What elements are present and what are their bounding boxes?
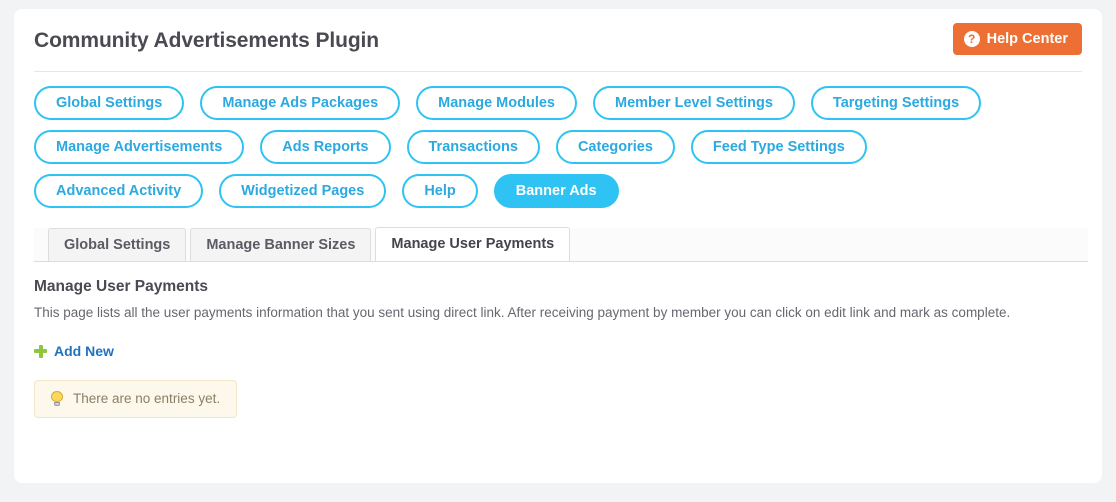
nav-pill-manage-advertisements[interactable]: Manage Advertisements bbox=[34, 130, 245, 164]
tab-manage-user-payments[interactable]: Manage User Payments bbox=[375, 227, 571, 261]
nav-pill-manage-modules[interactable]: Manage Modules bbox=[416, 86, 577, 120]
add-new-row: Add New bbox=[34, 343, 1082, 359]
page-title: Community Advertisements Plugin bbox=[34, 29, 380, 52]
add-new-link[interactable]: Add New bbox=[54, 343, 114, 359]
nav-pill-widgetized-pages[interactable]: Widgetized Pages bbox=[219, 174, 387, 208]
nav-pill-member-level-settings[interactable]: Member Level Settings bbox=[592, 86, 795, 120]
tab-content-panel: Manage User Payments This page lists all… bbox=[34, 262, 1082, 418]
nav-pill-banner-ads[interactable]: Banner Ads bbox=[493, 174, 619, 208]
help-center-button[interactable]: ? Help Center bbox=[952, 23, 1082, 55]
empty-state-notice: There are no entries yet. bbox=[34, 380, 238, 418]
sub-tab-strip: Global Settings Manage Banner Sizes Mana… bbox=[34, 227, 1088, 262]
help-center-label: Help Center bbox=[986, 31, 1068, 47]
nav-pill-global-settings[interactable]: Global Settings bbox=[34, 86, 185, 120]
nav-pill-feed-type-settings[interactable]: Feed Type Settings bbox=[690, 130, 867, 164]
question-circle-icon: ? bbox=[963, 31, 980, 47]
page-header: Community Advertisements Plugin ? Help C… bbox=[34, 9, 1082, 72]
tab-manage-banner-sizes[interactable]: Manage Banner Sizes bbox=[190, 228, 372, 261]
plugin-nav: Global Settings Manage Ads Packages Mana… bbox=[34, 86, 1034, 208]
empty-state-text: There are no entries yet. bbox=[73, 391, 221, 406]
nav-pill-targeting-settings[interactable]: Targeting Settings bbox=[810, 86, 982, 120]
nav-pill-ads-reports[interactable]: Ads Reports bbox=[260, 130, 391, 164]
nav-pill-manage-ads-packages[interactable]: Manage Ads Packages bbox=[200, 86, 401, 120]
plus-icon bbox=[34, 344, 47, 358]
page-card: Community Advertisements Plugin ? Help C… bbox=[14, 9, 1102, 483]
tab-global-settings[interactable]: Global Settings bbox=[48, 228, 187, 261]
nav-pill-advanced-activity[interactable]: Advanced Activity bbox=[34, 174, 204, 208]
section-description: This page lists all the user payments in… bbox=[34, 305, 1011, 320]
section-title: Manage User Payments bbox=[34, 278, 209, 295]
nav-pill-categories[interactable]: Categories bbox=[555, 130, 675, 164]
lightbulb-icon bbox=[50, 391, 64, 406]
nav-pill-help[interactable]: Help bbox=[402, 174, 478, 208]
nav-pill-transactions[interactable]: Transactions bbox=[406, 130, 540, 164]
